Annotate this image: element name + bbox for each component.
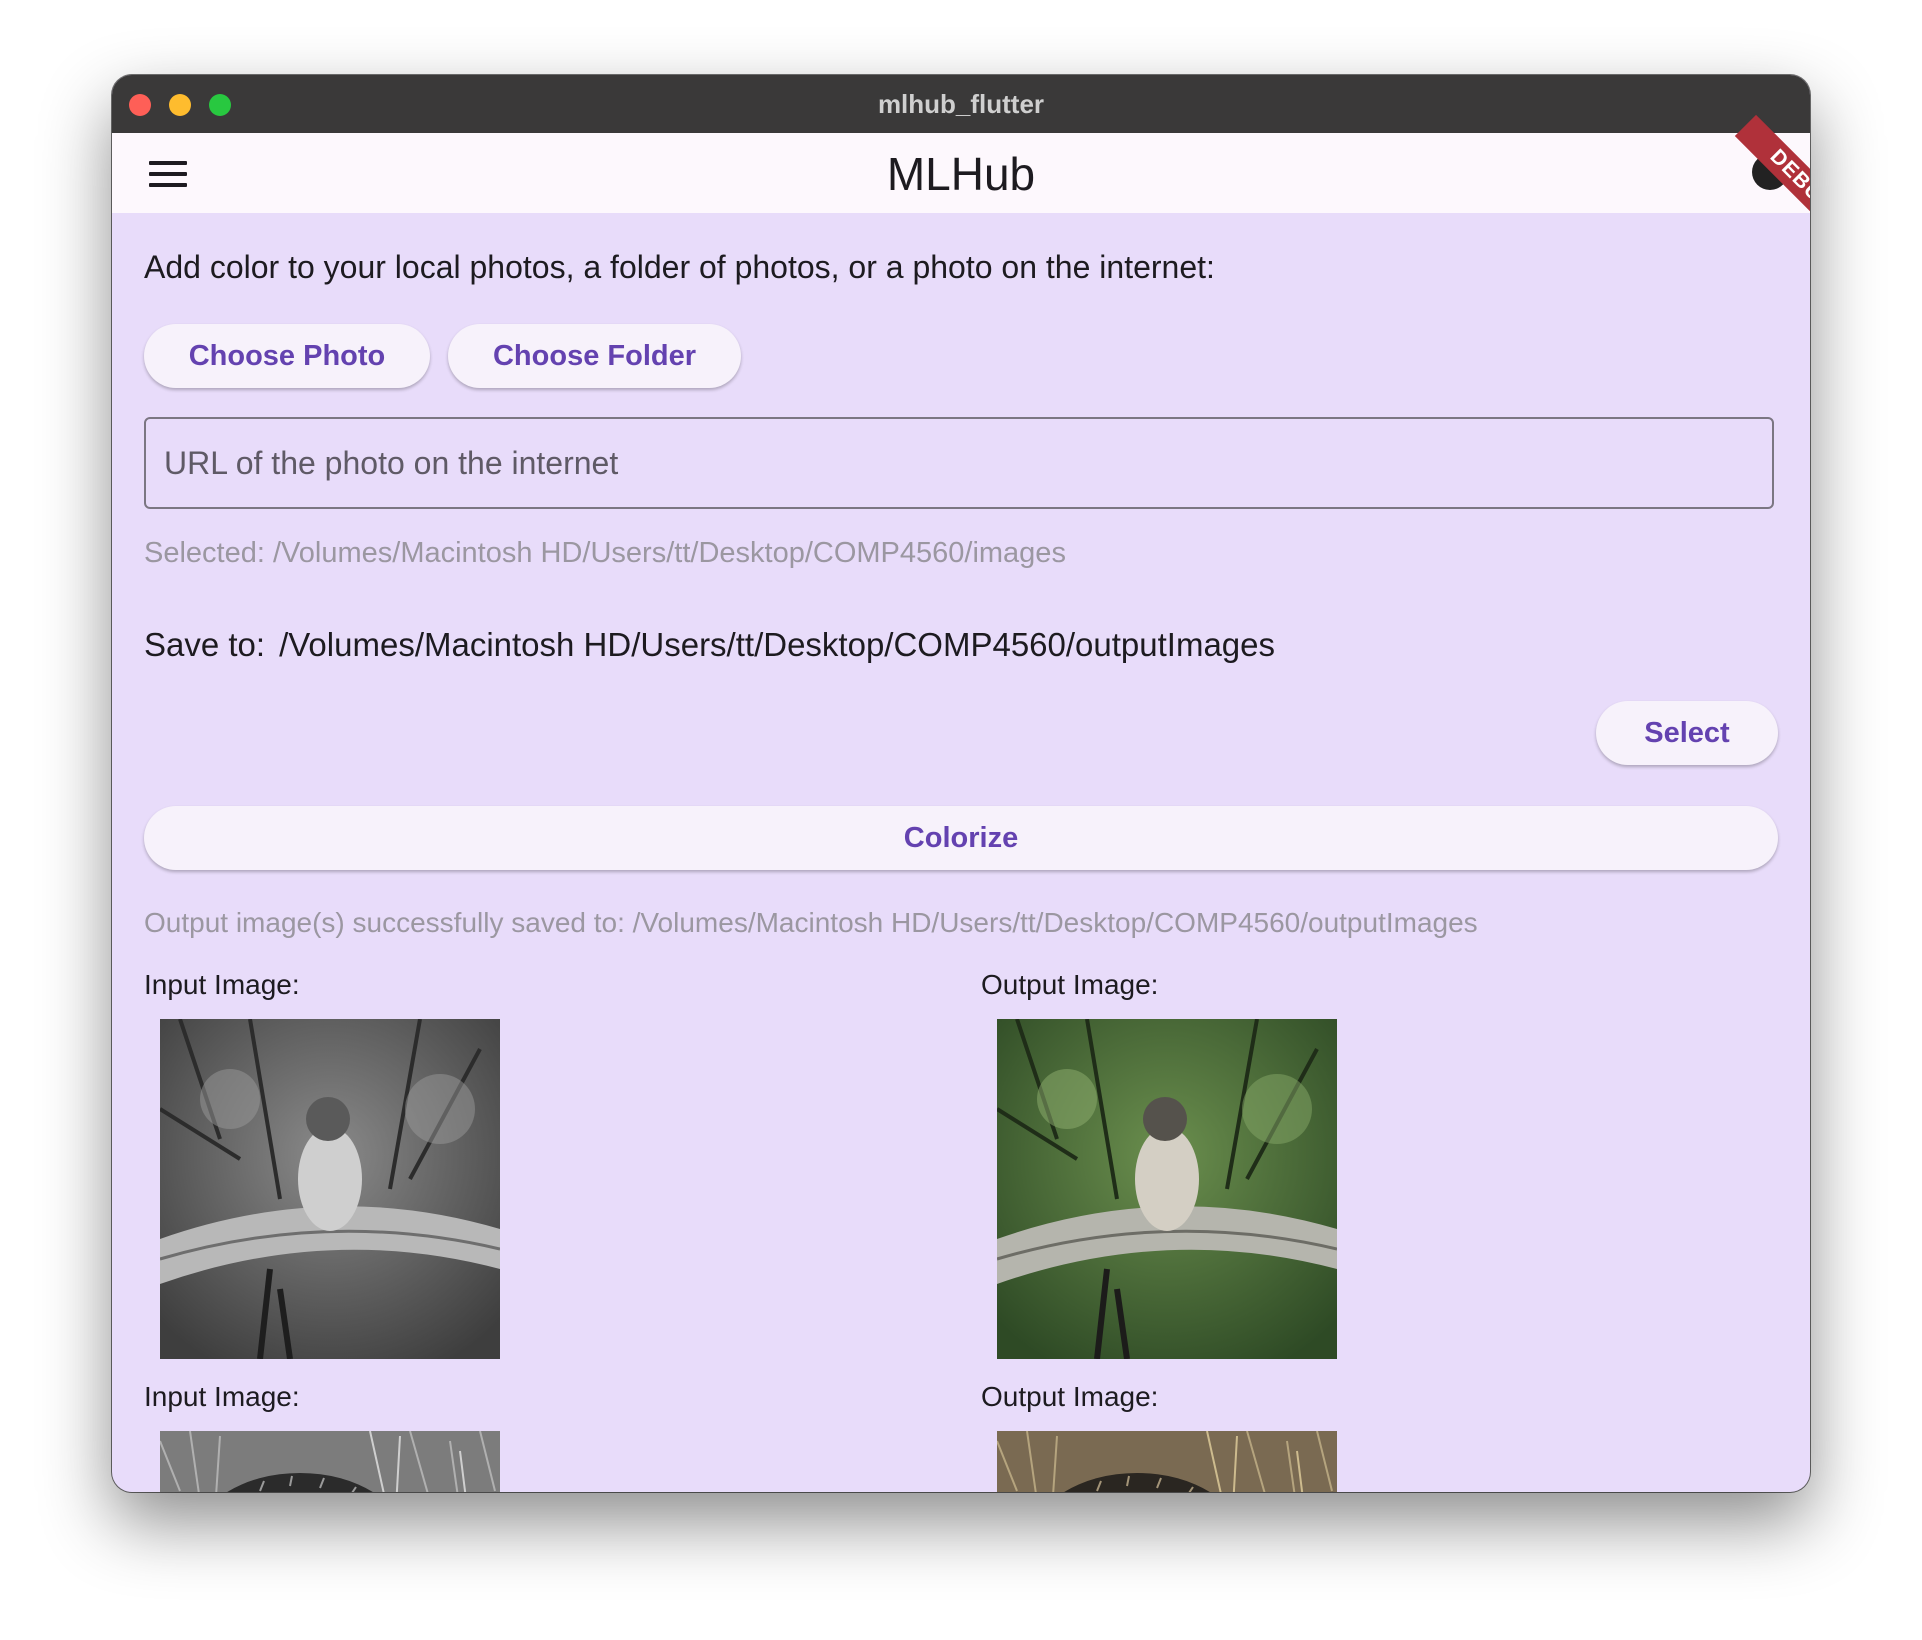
output-image-bird: [997, 1019, 1337, 1359]
choose-photo-button[interactable]: Choose Photo: [144, 324, 430, 388]
save-to-path: /Volumes/Macintosh HD/Users/tt/Desktop/C…: [279, 626, 1276, 663]
input-image-label: Input Image:: [144, 969, 300, 1000]
window-title: mlhub_flutter: [877, 89, 1045, 119]
save-to-label: Save to:: [144, 626, 266, 663]
intro-text: Add color to your local photos, a folder…: [144, 249, 1215, 285]
main-content[interactable]: Add color to your local photos, a folder…: [112, 213, 1810, 1492]
output-image-label: Output Image:: [981, 969, 1159, 1000]
url-input[interactable]: [144, 417, 1774, 509]
colorize-button[interactable]: Colorize: [144, 806, 1778, 870]
select-output-button[interactable]: Select: [1596, 701, 1778, 765]
success-message: Output image(s) successfully saved to: /…: [144, 907, 1478, 938]
output-image-hedgehog: [997, 1431, 1337, 1492]
choose-folder-button[interactable]: Choose Folder: [448, 324, 741, 388]
input-image-bird: [160, 1019, 500, 1359]
save-to-row: Save to: /Volumes/Macintosh HD/Users/tt/D…: [144, 626, 1275, 664]
input-image-label: Input Image:: [144, 1381, 300, 1412]
output-image-label: Output Image:: [981, 1381, 1159, 1412]
app-window: mlhub_flutter MLHub DEBUG Add color to y…: [112, 75, 1810, 1492]
window-titlebar: mlhub_flutter: [112, 75, 1810, 134]
input-image-hedgehog: [160, 1431, 500, 1492]
app-title: MLHub: [886, 148, 1036, 200]
app-bar: MLHub DEBUG: [112, 114, 1810, 250]
selected-path-text: Selected: /Volumes/Macintosh HD/Users/tt…: [144, 537, 1066, 569]
